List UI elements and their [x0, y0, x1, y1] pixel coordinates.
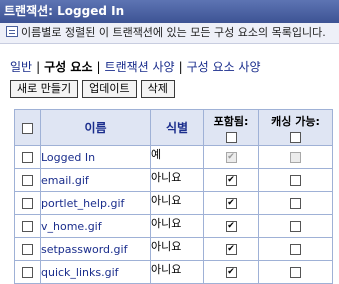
table-row: setpassword.gif 아니요	[14, 237, 333, 261]
tab-separator: |	[36, 60, 41, 74]
included-checkbox[interactable]	[225, 198, 237, 209]
row-select-cell	[14, 214, 41, 238]
included-checkbox[interactable]	[225, 175, 237, 186]
name-column-header[interactable]: 이름	[40, 109, 151, 146]
component-name[interactable]: email.gif	[40, 168, 151, 192]
row-select-cell	[14, 168, 41, 192]
included-checkbox[interactable]	[225, 267, 237, 278]
component-identifier: 아니요	[150, 214, 204, 238]
component-name[interactable]: portlet_help.gif	[40, 191, 151, 215]
cacheable-cell	[258, 145, 333, 169]
included-cell	[203, 191, 259, 215]
create-button[interactable]: 새로 만들기	[10, 80, 79, 98]
cacheable-checkbox[interactable]	[290, 221, 301, 232]
included-cell	[203, 214, 259, 238]
component-identifier: 아니요	[150, 168, 204, 192]
components-table: 이름 식별 포함됨: 캐싱 가능: Logged In예email.gif아니요…	[14, 109, 333, 284]
tab-components[interactable]: 구성 요소	[44, 60, 92, 74]
action-buttons: 새로 만들기 업데이트 삭제	[10, 80, 179, 98]
row-select-cell	[14, 260, 41, 284]
cacheable-cell	[258, 214, 333, 238]
tab-component-spec[interactable]: 구성 요소 사양	[187, 60, 261, 74]
table-row: quick_links.gif 아니요	[14, 260, 333, 284]
table-row: email.gif 아니요	[14, 168, 333, 192]
component-identifier: 아니요	[150, 191, 204, 215]
component-identifier: 아니요	[150, 260, 204, 284]
cacheable-cell	[258, 237, 333, 261]
component-identifier: 예	[150, 145, 204, 169]
included-cell	[203, 168, 259, 192]
row-select-checkbox[interactable]	[22, 152, 33, 163]
description-bar: 이름별로 정렬된 이 트랜잭션에 있는 모든 구성 요소의 목록입니다.	[0, 23, 339, 44]
cacheable-checkbox[interactable]	[290, 175, 301, 186]
row-select-checkbox[interactable]	[22, 175, 33, 186]
select-all-checkbox[interactable]	[22, 122, 33, 134]
table-row: portlet_help.gif 아니요	[14, 191, 333, 215]
delete-button[interactable]: 삭제	[140, 80, 175, 98]
row-select-cell	[14, 237, 41, 261]
description-text: 이름별로 정렬된 이 트랜잭션에 있는 모든 구성 요소의 목록입니다.	[21, 26, 326, 39]
component-identifier: 아니요	[150, 237, 204, 261]
cacheable-checkbox[interactable]	[290, 267, 301, 278]
cacheable-cell	[258, 260, 333, 284]
window-title: 트랜잭션: Logged In	[0, 0, 339, 23]
included-cell	[203, 237, 259, 261]
included-checkbox[interactable]	[225, 244, 237, 255]
row-select-cell	[14, 191, 41, 215]
table-row: Logged In 예	[14, 145, 333, 169]
tab-nav: 일반 | 구성 요소 | 트랜잭션 사양 | 구성 요소 사양	[10, 58, 261, 75]
cacheable-checkbox[interactable]	[290, 244, 301, 255]
included-checkbox[interactable]	[225, 221, 237, 232]
table-row: v_home.gif 아니요	[14, 214, 333, 238]
included-all-checkbox[interactable]	[225, 131, 237, 143]
component-name[interactable]: quick_links.gif	[40, 260, 151, 284]
select-all-header	[14, 109, 41, 146]
component-name[interactable]: v_home.gif	[40, 214, 151, 238]
identifier-column-header[interactable]: 식별	[150, 109, 204, 146]
tab-separator: |	[178, 60, 183, 74]
component-name[interactable]: setpassword.gif	[40, 237, 151, 261]
included-cell	[203, 145, 259, 169]
tab-transaction-spec[interactable]: 트랜잭션 사양	[105, 60, 175, 74]
list-icon	[6, 26, 18, 37]
table-header-row: 이름 식별 포함됨: 캐싱 가능:	[14, 109, 333, 146]
tab-separator: |	[96, 60, 101, 74]
component-name[interactable]: Logged In	[40, 145, 151, 169]
row-select-checkbox[interactable]	[22, 244, 33, 255]
cacheable-checkbox	[290, 152, 301, 163]
cacheable-column-header: 캐싱 가능:	[258, 109, 333, 146]
included-cell	[203, 260, 259, 284]
tab-general[interactable]: 일반	[10, 60, 32, 74]
cacheable-header-label: 캐싱 가능:	[271, 114, 320, 128]
row-select-checkbox[interactable]	[22, 198, 33, 209]
included-column-header: 포함됨:	[203, 109, 259, 146]
row-select-cell	[14, 145, 41, 169]
included-header-label: 포함됨:	[213, 114, 249, 128]
cacheable-cell	[258, 168, 333, 192]
cacheable-all-checkbox[interactable]	[290, 131, 301, 143]
row-select-checkbox[interactable]	[22, 221, 33, 232]
cacheable-checkbox[interactable]	[290, 198, 301, 209]
included-checkbox	[225, 152, 237, 163]
row-select-checkbox[interactable]	[22, 267, 33, 278]
update-button[interactable]: 업데이트	[82, 80, 137, 98]
cacheable-cell	[258, 191, 333, 215]
